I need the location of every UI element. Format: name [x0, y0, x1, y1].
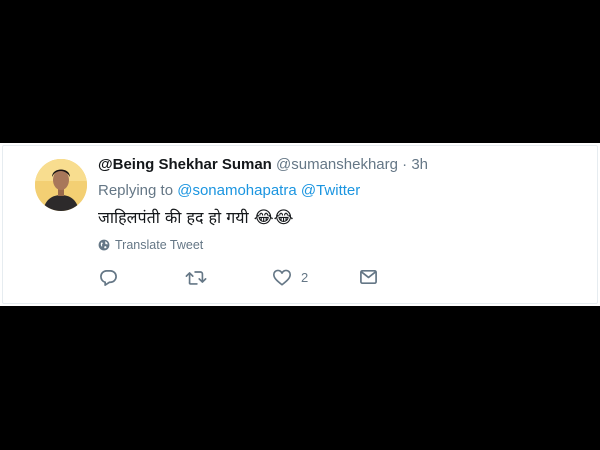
mention-link[interactable]: @Twitter — [301, 182, 360, 199]
like-button[interactable]: 2 — [272, 266, 308, 288]
globe-icon — [98, 239, 110, 251]
replying-to-label: Replying to — [98, 182, 174, 199]
avatar[interactable] — [35, 159, 87, 211]
direct-message-button[interactable] — [359, 266, 378, 288]
envelope-icon — [360, 269, 377, 285]
translate-tweet[interactable]: Translate Tweet — [98, 238, 203, 252]
tweet-time[interactable]: 3h — [411, 156, 428, 173]
replying-to: Replying to @sonamohapatra @Twitter — [98, 182, 360, 199]
retweet-button[interactable] — [185, 266, 207, 288]
heart-icon — [273, 269, 291, 286]
tweet-text: जाहिलपंती की हद हो गयी 😂😂 — [98, 206, 294, 228]
translate-label: Translate Tweet — [115, 238, 204, 252]
user-handle[interactable]: @sumanshekharg — [276, 156, 398, 173]
avatar-image — [35, 159, 87, 211]
reply-icon — [100, 269, 117, 286]
tweet-actions: 2 — [0, 266, 600, 290]
like-count: 2 — [301, 269, 309, 285]
emoji: 😂😂 — [253, 208, 294, 228]
mention-link[interactable]: @sonamohapatra — [177, 182, 296, 199]
tweet-body: जाहिलपंती की हद हो गयी — [98, 208, 249, 227]
separator: · — [402, 156, 408, 173]
display-name[interactable]: @Being Shekhar Suman — [98, 156, 272, 173]
reply-button[interactable] — [99, 266, 118, 288]
retweet-icon — [185, 270, 207, 285]
tweet-header: @Being Shekhar Suman @sumanshekharg · 3h — [98, 156, 428, 173]
